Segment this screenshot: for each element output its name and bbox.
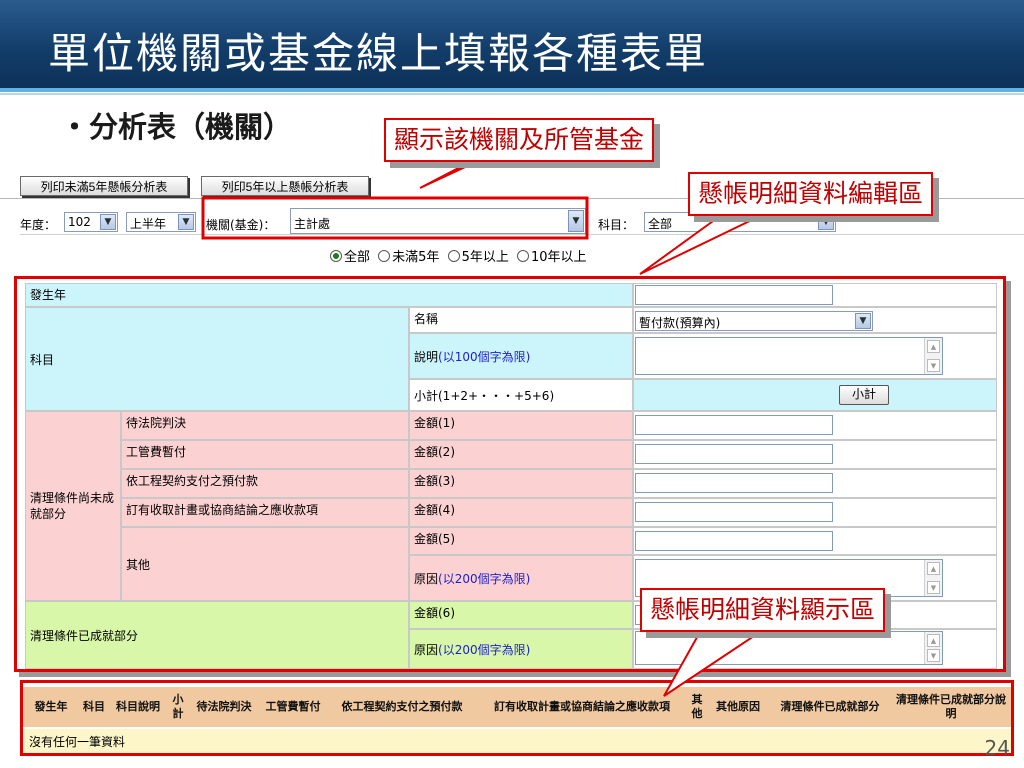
other-label: 其他 <box>121 527 409 601</box>
chevron-down-icon: ▼ <box>818 214 834 230</box>
reason-label: 原因 <box>414 571 439 586</box>
amount2-input[interactable] <box>635 444 833 464</box>
callout-edit: 懸帳明細資料編輯區 <box>688 172 934 216</box>
year-value: 102 <box>68 215 91 229</box>
period-radio-group: 全部 未滿5年 5年以上 10年以上 <box>330 246 587 265</box>
done-group-label: 清理條件已成就部分 <box>25 601 409 669</box>
radio-all[interactable]: 全部 <box>330 250 370 265</box>
title-stripe-thin <box>0 93 1024 95</box>
callout-show: 懸帳明細資料顯示區 <box>640 588 886 632</box>
amount-label: 金額(1) <box>409 411 633 440</box>
desc-textarea[interactable]: ▲ ▼ <box>635 337 943 375</box>
amount5-label: 金額(5) <box>409 527 633 555</box>
name-select[interactable]: 暫付款(預算內) ▼ <box>635 311 873 331</box>
scrollbar[interactable]: ▲ ▼ <box>924 632 942 664</box>
display-list-area: 發生年 科目 科目說明 小計 待法院判決 工管費暫付 依工程契約支付之預付款 訂… <box>20 680 1014 756</box>
print-over5-button[interactable]: 列印5年以上懸帳分析表 <box>201 176 369 196</box>
col-header[interactable]: 依工程契約支付之預付款 <box>327 687 477 727</box>
name-value: 暫付款(預算內) <box>639 316 721 330</box>
empty-message: 沒有任何一筆資料 <box>23 729 1011 753</box>
scrollbar[interactable]: ▲ ▼ <box>924 560 942 596</box>
col-header[interactable]: 其他 <box>687 687 707 727</box>
reason2-label-cell: 原因 (以200個字為限) <box>409 629 633 669</box>
slide-title: 單位機關或基金線上填報各種表單 <box>48 29 709 78</box>
year-occurred-label: 發生年 <box>25 283 633 307</box>
subtotal-button[interactable]: 小計 <box>839 385 889 405</box>
desc-label: 說明 <box>414 349 439 364</box>
amount1-input[interactable] <box>635 415 833 435</box>
reason-hint: (以200個字為限) <box>438 642 531 657</box>
radio-icon <box>447 250 460 262</box>
item-label: 待法院判決 <box>121 411 409 440</box>
scrollbar[interactable]: ▲ ▼ <box>924 338 942 374</box>
amount3-input[interactable] <box>635 473 833 493</box>
year-select[interactable]: 102 ▼ <box>64 212 118 232</box>
col-header[interactable]: 工管費暫付 <box>259 687 327 727</box>
callout-fund: 顯示該機關及所管基金 <box>384 118 655 162</box>
amount4-input[interactable] <box>635 502 833 522</box>
col-header[interactable]: 待法院判決 <box>189 687 259 727</box>
item-label: 訂有收取計畫或協商結論之應收款項 <box>121 498 409 527</box>
radio-under5[interactable]: 未滿5年 <box>378 250 439 265</box>
year-occurred-input[interactable] <box>635 285 833 305</box>
col-header[interactable]: 其他原因 <box>707 687 769 727</box>
amount-label: 金額(2) <box>409 440 633 469</box>
scroll-up-icon: ▲ <box>927 634 940 647</box>
radio-over5[interactable]: 5年以上 <box>447 250 509 265</box>
list-header: 發生年 科目 科目說明 小計 待法院判決 工管費暫付 依工程契約支付之預付款 訂… <box>23 687 1011 727</box>
scroll-up-icon: ▲ <box>927 562 940 575</box>
amount-label: 金額(4) <box>409 498 633 527</box>
subject-label: 科目 <box>25 307 409 411</box>
col-header[interactable]: 發生年 <box>23 687 79 727</box>
reason-label-cell: 原因 (以200個字為限) <box>409 555 633 601</box>
chevron-down-icon: ▼ <box>568 210 584 232</box>
col-header[interactable]: 清理條件已成就部分說明 <box>891 687 1011 727</box>
subtotal-cell <box>633 379 997 411</box>
col-header[interactable]: 科目 <box>79 687 109 727</box>
title-bar: 單位機關或基金線上填報各種表單 <box>0 0 1024 95</box>
radio-icon <box>378 250 391 262</box>
col-header[interactable]: 科目說明 <box>109 687 167 727</box>
reason-label: 原因 <box>414 642 439 657</box>
bullet-heading: ・分析表（機關） <box>60 110 293 144</box>
col-header[interactable]: 清理條件已成就部分 <box>769 687 891 727</box>
desc-hint: (以100個字為限) <box>438 349 531 364</box>
filter-divider <box>20 234 1024 235</box>
scroll-down-icon: ▼ <box>927 581 940 594</box>
pending-group-label: 清理條件尚未成就部分 <box>25 411 121 601</box>
reason-hint: (以200個字為限) <box>438 571 531 586</box>
radio-over10[interactable]: 10年以上 <box>517 250 587 265</box>
radio-icon <box>517 250 529 262</box>
page-number: 24 <box>984 736 1010 760</box>
half-select[interactable]: 上半年 ▼ <box>126 212 196 232</box>
amount-label: 金額(3) <box>409 469 633 498</box>
agency-value: 主計處 <box>294 217 331 231</box>
print-under5-button[interactable]: 列印未滿5年懸帳分析表 <box>20 176 188 196</box>
reason2-textarea[interactable]: ▲ ▼ <box>635 631 943 665</box>
col-header[interactable]: 訂有收取計畫或協商結論之應收款項 <box>477 687 687 727</box>
title-stripe <box>0 88 1024 92</box>
col-header[interactable]: 小計 <box>167 687 189 727</box>
amount6-label: 金額(6) <box>409 601 633 629</box>
subject-value: 全部 <box>648 217 673 231</box>
amount5-input[interactable] <box>635 531 833 551</box>
chevron-down-icon: ▼ <box>855 313 871 329</box>
chevron-down-icon: ▼ <box>100 214 116 230</box>
radio-selected-icon <box>330 250 342 262</box>
desc-label-cell: 說明 (以100個字為限) <box>409 333 633 379</box>
item-label: 依工程契約支付之預付款 <box>121 469 409 498</box>
name-label: 名稱 <box>409 307 633 333</box>
scroll-down-icon: ▼ <box>927 359 940 372</box>
agency-select[interactable]: 主計處 ▼ <box>290 208 586 234</box>
subtotal-label: 小計(1+2+・・・+5+6) <box>409 379 633 411</box>
year-label: 年度： <box>20 218 57 232</box>
subject-label: 科目： <box>598 218 635 232</box>
half-value: 上半年 <box>130 217 167 231</box>
scroll-up-icon: ▲ <box>927 340 940 353</box>
agency-label: 機關(基金)： <box>206 218 276 232</box>
screenshot: 列印未滿5年懸帳分析表 列印5年以上懸帳分析表 年度： 102 ▼ 上半年 ▼ … <box>0 160 1024 768</box>
scroll-down-icon: ▼ <box>927 649 940 662</box>
item-label: 工管費暫付 <box>121 440 409 469</box>
chevron-down-icon: ▼ <box>178 214 194 230</box>
